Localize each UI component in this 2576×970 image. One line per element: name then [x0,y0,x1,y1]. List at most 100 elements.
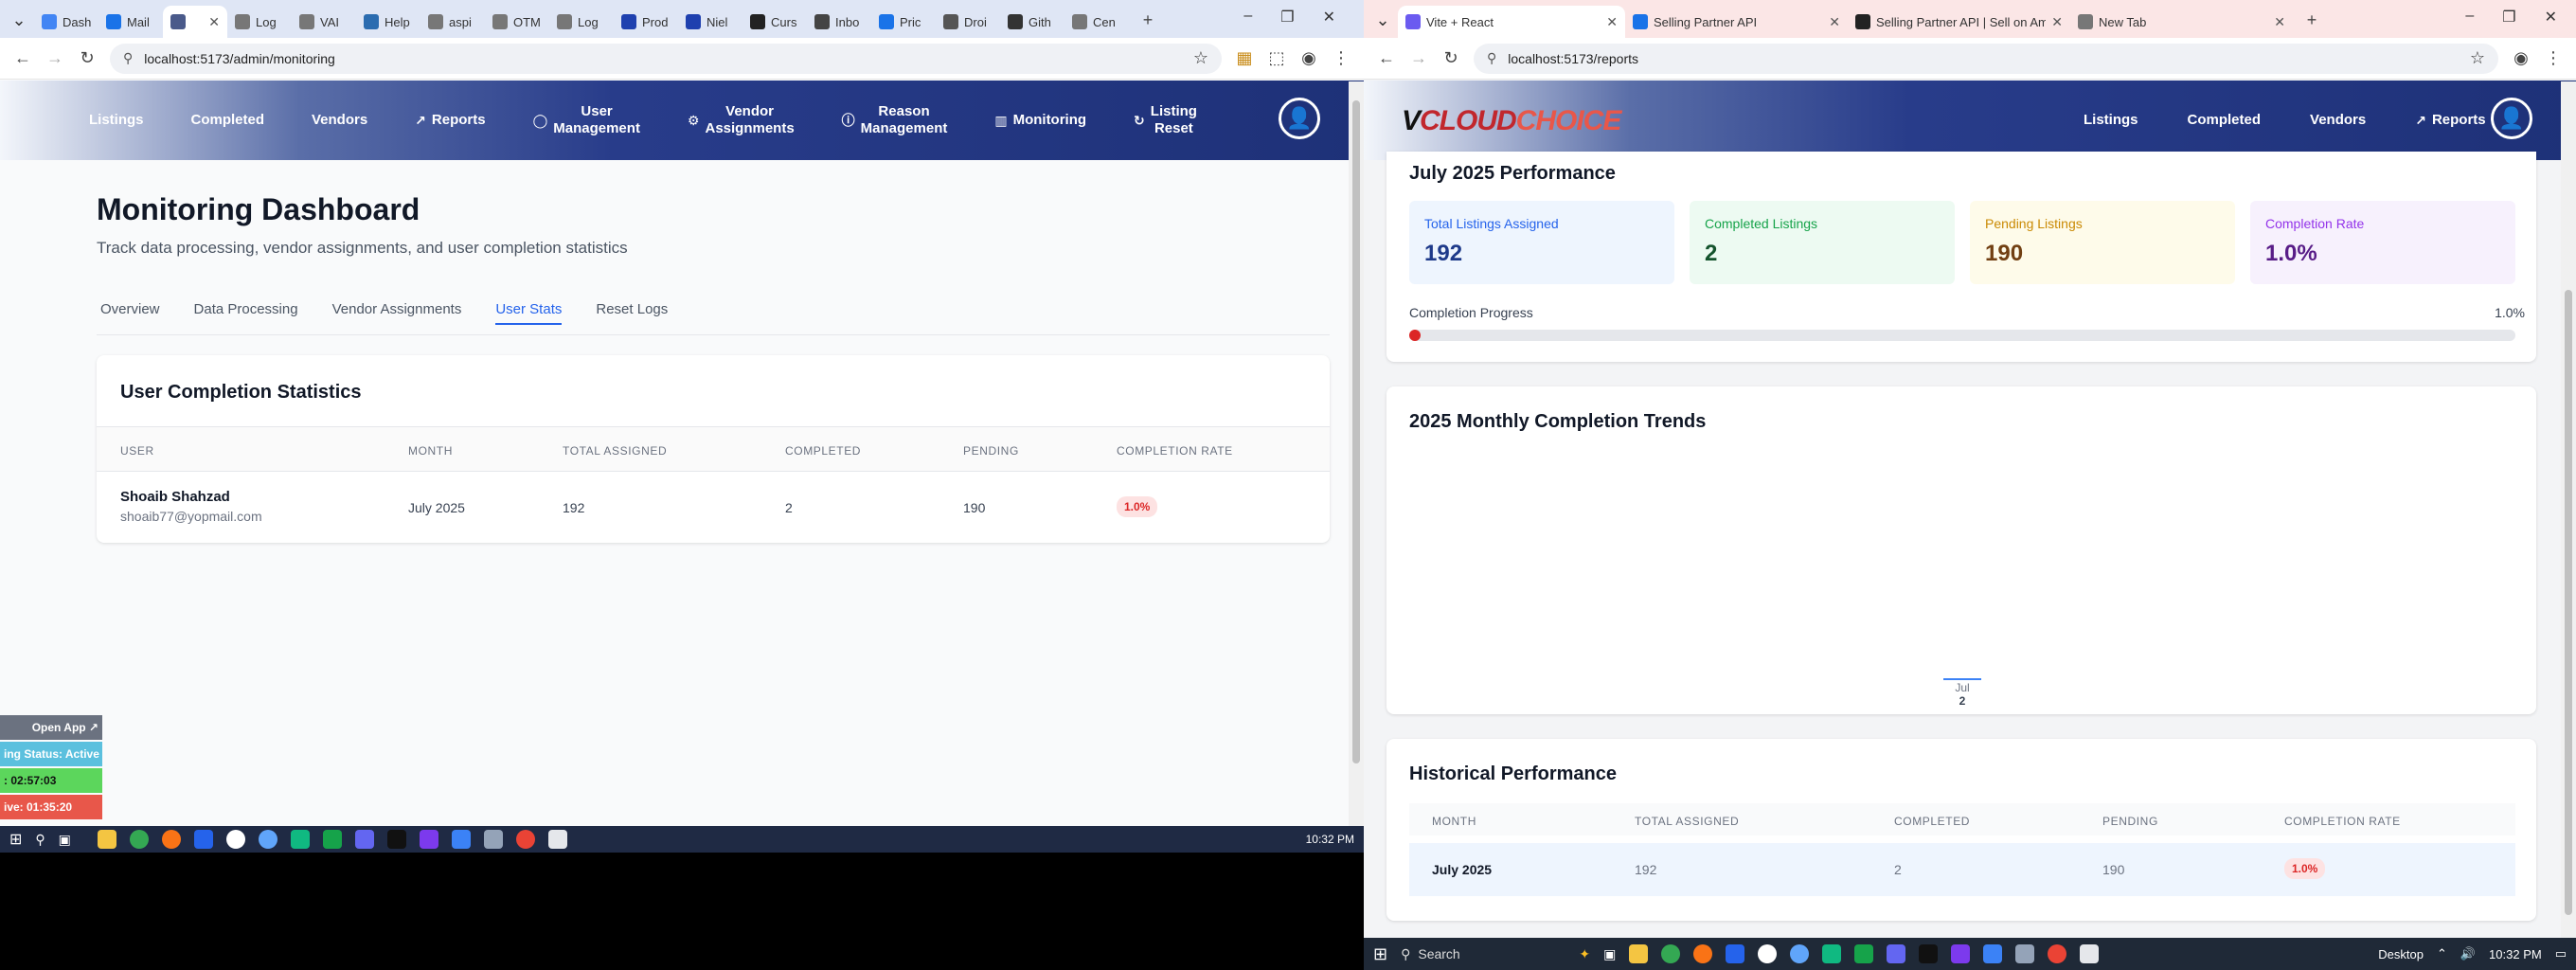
app-icon[interactable] [1693,944,1713,963]
vscode-icon[interactable] [1983,944,2003,963]
reload-icon[interactable]: ↻ [1441,48,1460,68]
windows-start-icon[interactable]: ⊞ [9,830,22,849]
forward-icon[interactable]: → [45,48,64,68]
onenote-icon[interactable] [1951,944,1971,963]
nav-link[interactable]: Completed [191,112,265,129]
left-scrollbar-thumb[interactable] [1352,100,1360,763]
app-icon[interactable] [1822,944,1842,963]
notification-icon[interactable]: ▭ [2555,946,2567,961]
browser-tab[interactable]: Selling Partner API ✕ [1625,6,1848,38]
nav-link[interactable]: ◯ User Management [533,103,640,137]
nav-link[interactable]: ⚙ Vendor Assignments [688,103,795,137]
windows-start-icon[interactable]: ⊞ [1373,944,1387,964]
browser-tab[interactable]: ✕ [163,6,227,38]
app-icon[interactable] [354,830,374,849]
forward-icon[interactable]: → [1409,48,1428,68]
chrome-icon[interactable] [2048,944,2067,963]
open-app-button[interactable]: Open App ↗ [0,715,102,740]
minimize-icon[interactable]: – [2465,8,2474,27]
left-url-field[interactable]: ⚲ localhost:5173/admin/monitoring ☆ [110,43,1222,74]
app-icon[interactable] [225,830,245,849]
tab-search-icon[interactable]: ⌄ [1373,10,1392,30]
tab-close-icon[interactable]: ✕ [208,14,220,30]
browser-tab[interactable]: Dash [34,6,98,38]
app-icon[interactable] [386,830,406,849]
reload-icon[interactable]: ↻ [78,48,97,68]
minimize-icon[interactable]: – [1243,8,1252,27]
browser-tab[interactable]: aspi [420,6,485,38]
chrome-icon[interactable] [1661,944,1681,963]
nav-link[interactable]: ↻ Listing Reset [1134,103,1197,137]
nav-link[interactable]: Completed [2188,112,2262,129]
browser-tab[interactable]: Inbo [807,6,871,38]
right-scrollbar[interactable] [2561,81,2576,938]
tab-close-icon[interactable]: ✕ [2051,14,2063,30]
new-tab-icon[interactable]: + [1138,10,1157,30]
browser-tab[interactable]: Curs [742,6,807,38]
nav-link[interactable]: ↗ Reports [415,112,485,129]
browser-tab[interactable]: Mail [98,6,163,38]
browser-tab[interactable]: Help [356,6,420,38]
nav-link[interactable]: ↗ Reports [2415,112,2485,129]
browser-tab[interactable]: Log [227,6,292,38]
browser-tab[interactable]: Vite + React ✕ [1398,6,1625,38]
excel-icon[interactable] [1854,944,1874,963]
onenote-icon[interactable] [419,830,438,849]
menu-kebab-icon[interactable]: ⋮ [1332,48,1351,68]
browser-tab[interactable]: New Tab ✕ [2070,6,2293,38]
menu-kebab-icon[interactable]: ⋮ [2544,48,2563,68]
app-icon[interactable] [1790,944,1810,963]
tab-search-icon[interactable]: ⌄ [9,10,28,30]
browser-tab[interactable]: Log [549,6,614,38]
nav-link[interactable]: Listings [89,112,144,129]
browser-tab[interactable]: Droi [936,6,1000,38]
app-icon[interactable] [547,830,567,849]
close-window-icon[interactable]: ✕ [2545,8,2557,27]
tab-data-processing[interactable]: Data Processing [194,301,298,325]
tab-user-stats[interactable]: User Stats [495,301,563,325]
browser-tab[interactable]: Cen [1064,6,1129,38]
site-info-icon[interactable]: ⚲ [1487,50,1496,66]
tab-overview[interactable]: Overview [100,301,160,325]
browser-tab[interactable]: VAI [292,6,356,38]
app-icon[interactable] [483,830,503,849]
back-icon[interactable]: ← [1377,48,1396,68]
profile-icon[interactable]: ◉ [2512,48,2531,68]
excel-icon[interactable] [322,830,342,849]
vscode-icon[interactable] [451,830,471,849]
nav-link[interactable]: ▥ Monitoring [994,112,1086,129]
browser-tab[interactable]: Selling Partner API | Sell on Am ✕ [1848,6,2070,38]
right-scrollbar-thumb[interactable] [2565,290,2572,915]
chrome-icon[interactable] [515,830,535,849]
extension-icon[interactable]: ▦ [1235,48,1254,68]
site-info-icon[interactable]: ⚲ [123,50,133,66]
task-view-icon[interactable]: ▣ [1603,946,1616,962]
close-window-icon[interactable]: ✕ [1323,8,1335,27]
right-url-field[interactable]: ⚲ localhost:5173/reports ☆ [1474,43,2498,74]
browser-tab[interactable]: Prod [614,6,678,38]
app-icon[interactable] [2015,944,2035,963]
nav-link[interactable]: Listings [2084,112,2138,129]
file-explorer-icon[interactable] [1629,944,1649,963]
app-icon[interactable] [1887,944,1906,963]
maximize-icon[interactable]: ❐ [1280,8,1294,27]
bookmark-star-icon[interactable]: ☆ [1193,48,1208,68]
tab-close-icon[interactable]: ✕ [1829,14,1840,30]
vcloudchoice-logo[interactable]: VCLOUDCHOICE [1402,105,1621,137]
user-avatar-icon[interactable]: 👤 [1279,98,1320,139]
profile-icon[interactable]: ◉ [1299,48,1318,68]
chart-bar[interactable] [1943,678,1981,680]
new-tab-icon[interactable]: + [2302,10,2321,30]
user-avatar-icon[interactable]: 👤 [2491,98,2532,139]
nav-link[interactable]: ⓘ Reason Management [842,103,948,137]
browser-tab[interactable]: Gith [1000,6,1064,38]
maximize-icon[interactable]: ❐ [2502,8,2515,27]
volume-icon[interactable]: 🔊 [2460,946,2476,961]
browser-tab[interactable]: Pric [871,6,936,38]
app-icon[interactable] [258,830,277,849]
browser-tab[interactable]: OTM [485,6,549,38]
chrome-icon[interactable] [129,830,149,849]
tray-chevron-icon[interactable]: ⌃ [2437,946,2447,961]
file-explorer-icon[interactable] [97,830,116,849]
zoom-icon[interactable] [1726,944,1745,963]
